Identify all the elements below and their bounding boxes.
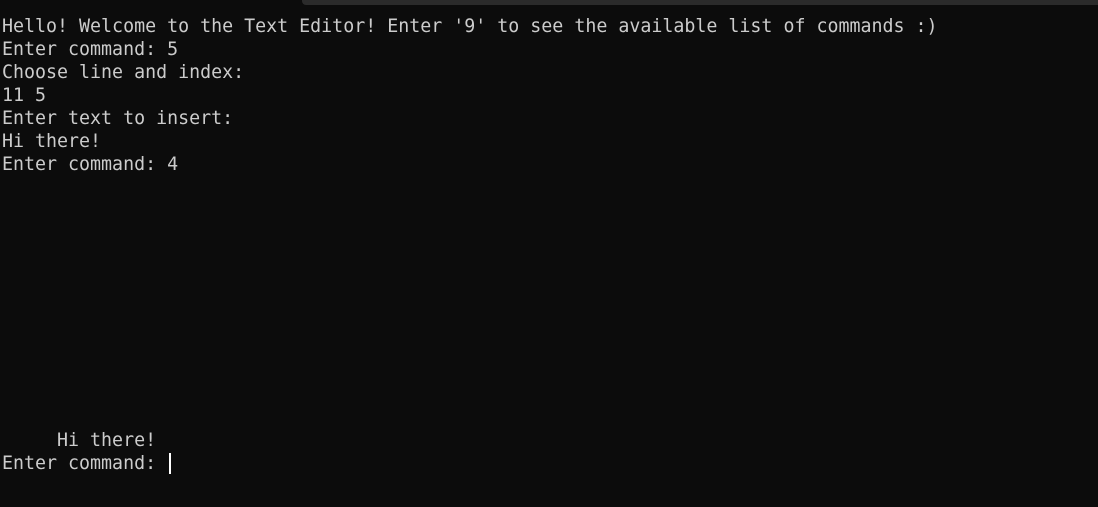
- input-line: 11 5: [2, 85, 47, 106]
- command-line: Enter command: 5: [2, 39, 179, 60]
- command-prompt[interactable]: Enter command:: [2, 452, 172, 475]
- text-cursor: [169, 453, 172, 474]
- editor-output-line: Hi there!: [2, 430, 157, 451]
- terminal-window[interactable]: Hello! Welcome to the Text Editor! Enter…: [0, 0, 1098, 507]
- prompt-line: Enter text to insert:: [2, 108, 234, 129]
- input-line: Hi there!: [2, 131, 102, 152]
- prompt-text: Enter command:: [2, 453, 168, 474]
- welcome-message: Hello! Welcome to the Text Editor! Enter…: [2, 16, 938, 37]
- title-bar-edge: [302, 0, 1098, 5]
- command-line: Enter command: 4: [2, 154, 179, 175]
- prompt-line: Choose line and index:: [2, 62, 245, 83]
